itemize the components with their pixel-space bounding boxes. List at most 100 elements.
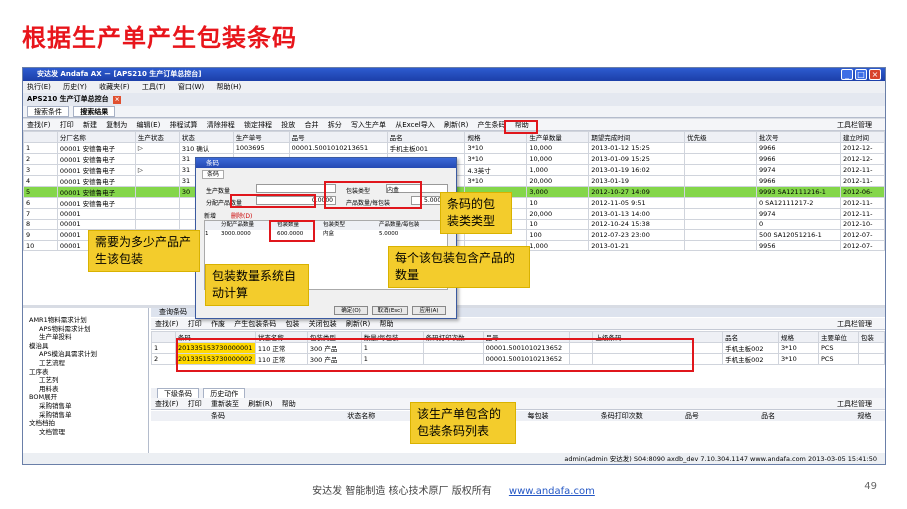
navigation-tree: AMR1物料需求计划 APS物料需求计划 生产单投料 模治具 APS模治具需求计划 工艺流… [23,308,149,453]
lower-tabs: 下级条码 历史动作 [151,388,885,399]
menu-favorites[interactable]: 收藏夹(F) [99,83,130,91]
highlight-write-order [504,120,538,134]
grid1-header: 建立时间 [839,131,885,143]
table-cell: 手机主板002 [722,342,780,354]
find-button[interactable]: 查找(F) [27,121,51,129]
child-barcode-toolbar: 查找(F) 打印 重新装至 刷新(R) 帮助 工具栏管理 [151,398,885,410]
tree-item[interactable]: 工艺列 [23,376,148,385]
find-button-2[interactable]: 查找(F) [155,320,179,328]
table-cell: 2012-11- [839,197,885,209]
print-button-3[interactable]: 打印 [188,400,202,408]
table-cell: 10 [526,197,590,209]
table-cell [684,186,757,198]
table-cell: 3*10 [778,342,819,354]
help-button-2[interactable]: 帮助 [379,320,393,328]
toolbar-manager-button-2[interactable]: 工具栏管理 [837,318,872,329]
lock-schedule-button[interactable]: 锁定排程 [244,121,272,129]
callout-barcode-list: 该生产单包含的包装条码列表 [410,402,516,444]
grid2-header: 包装 [857,331,885,343]
highlight-pack-type [324,181,422,209]
tree-item[interactable]: AMR1物料需求计划 [23,316,148,325]
close-icon[interactable]: × [869,69,881,80]
dialog-apply-button[interactable]: 应用(A) [412,306,446,315]
repack-button[interactable]: 重新装至 [211,400,239,408]
table-cell [684,218,757,231]
footer-link[interactable]: www.andafa.com [509,486,595,497]
generate-pack-barcode-button[interactable]: 产生包装条码 [234,320,276,328]
tree-item[interactable]: 用料表 [23,385,148,394]
refresh-button-2[interactable]: 刷新(R) [346,320,370,328]
split-button[interactable]: 拆分 [328,121,342,129]
menu-help[interactable]: 帮助(H) [216,83,241,91]
edit-button[interactable]: 编辑(E) [136,121,160,129]
callout-per-pack: 每个该包装包含产品的数量 [388,246,530,288]
tree-item[interactable]: 文档管理 [23,428,148,437]
generate-barcode-button[interactable]: 产生条码 [478,121,506,129]
grid1-header: 期望完成时间 [588,131,686,143]
menu-window[interactable]: 窗口(W) [178,83,204,91]
tab-search-criteria[interactable]: 搜索条件 [27,106,69,117]
tree-item[interactable]: 文档档拍 [23,419,148,428]
refresh-button-3[interactable]: 刷新(R) [248,400,272,408]
menu-history[interactable]: 历史(Y) [63,83,87,91]
dialog-tab[interactable]: 条码 [202,170,225,179]
table-cell: 00001 安德鲁电子 [56,197,136,209]
close-pack-button[interactable]: 关闭包装 [309,320,337,328]
table-row[interactable]: 1 00001 安德鲁电子 ▷ 310 确认 1003695 00001.50010102… [23,142,885,154]
footer: 安达发 智能制造 核心技术原厂 版权所有 www.andafa.com [0,482,907,497]
table-cell [684,208,757,220]
table-cell: 3*10 [464,153,528,165]
find-button-3[interactable]: 查找(F) [155,400,179,408]
tree-item[interactable]: 采购销售单 [23,411,148,420]
refresh-button[interactable]: 刷新(R) [444,121,468,129]
tree-item[interactable]: 工艺流程 [23,359,148,368]
table-cell: 10,000 [526,142,590,154]
print-button-2[interactable]: 打印 [188,320,202,328]
copy-as-button[interactable]: 复制为 [106,121,127,129]
tree-item[interactable]: 采购销售单 [23,402,148,411]
tree-item[interactable]: APS模治具需求计划 [23,350,148,359]
table-cell: 2012-10-24 15:38 [588,218,686,231]
release-button[interactable]: 投放 [281,121,295,129]
table-cell: 3,000 [526,186,590,198]
table-cell: 2012-11- [839,164,885,176]
dialog-ok-button[interactable]: 确定(O) [334,306,368,315]
table-cell: 2013-01-19 16:02 [588,164,686,176]
write-production-order-button[interactable]: 写入生产单 [351,121,386,129]
table-cell [684,197,757,209]
toolbar-manager-button[interactable]: 工具栏管理 [837,119,872,130]
close-tab-icon[interactable]: × [113,96,122,104]
new-button[interactable]: 新建 [83,121,97,129]
dialog-cancel-button[interactable]: 取消(Esc) [372,306,408,315]
table-cell: PCS [817,353,859,365]
tree-item[interactable]: BOM展开 [23,393,148,402]
trial-schedule-button[interactable]: 排程试算 [170,121,198,129]
clear-schedule-button[interactable]: 清除排程 [207,121,235,129]
tab-search-results[interactable]: 搜索结果 [73,106,116,117]
pack-button[interactable]: 包装 [285,320,299,328]
table-cell [134,208,180,220]
menu-tools[interactable]: 工具(T) [142,83,166,91]
help-button-3[interactable]: 帮助 [282,400,296,408]
print-button[interactable]: 打印 [60,121,74,129]
menu-execute[interactable]: 执行(E) [27,83,51,91]
dialog-new-button[interactable]: 新增 [204,211,216,220]
import-excel-button[interactable]: 从Excel导入 [395,121,435,129]
doc-tab[interactable]: APS210 生产订单总控台 [27,95,109,103]
merge-button[interactable]: 合并 [305,121,319,129]
tree-item[interactable]: 生产单投料 [23,333,148,342]
table-cell: 9966 [755,142,841,154]
tree-item[interactable]: APS物料需求计划 [23,325,148,334]
void-button[interactable]: 作废 [211,320,225,328]
sub-col-pack-type: 包装类型 [323,222,346,228]
dialog-delete-button[interactable]: 删除(D) [231,211,252,220]
toolbar-manager-button-3[interactable]: 工具栏管理 [837,398,872,409]
barcode-pane: 查询条码 查找(F) 打印 作废 产生包装条码 包装 关闭包装 刷新(R) 帮助… [151,308,885,453]
tree-item[interactable]: 工序表 [23,368,148,377]
maximize-icon[interactable]: □ [855,69,867,80]
window-title: 安达发 Andafa AX － [APS210 生产订单总控台] [37,70,202,78]
grid2-header: 主要单位 [817,331,859,343]
grid2-header [151,331,176,343]
minimize-icon[interactable]: _ [841,69,853,80]
barcode-toolbar: 查找(F) 打印 作废 产生包装条码 包装 关闭包装 刷新(R) 帮助 工具栏管… [151,318,885,330]
